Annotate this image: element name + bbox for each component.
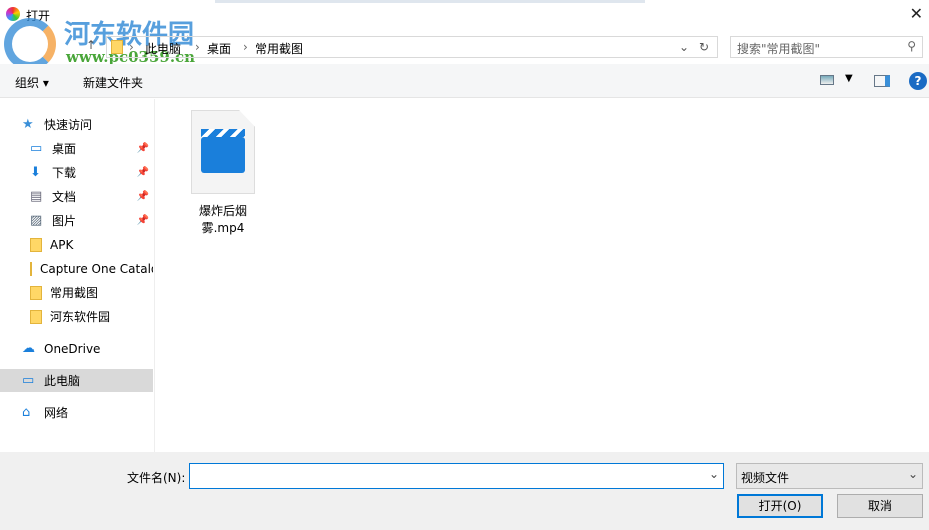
new-folder-button[interactable]: 新建文件夹	[83, 74, 143, 91]
toolbar: 组织 ▾ 新建文件夹 ▼ ?	[0, 64, 929, 98]
pin-icon: 📌	[136, 191, 149, 202]
search-input[interactable]: 搜索"常用截图" ⚲	[730, 36, 923, 58]
cancel-button[interactable]: 取消	[837, 494, 923, 518]
file-item[interactable]: 爆炸后烟雾.mp4	[178, 110, 268, 236]
folder-icon	[30, 237, 42, 252]
sidebar-item[interactable]: ⌂ 网络	[0, 401, 153, 424]
sidebar-item[interactable]: ▭ 桌面 📌	[0, 137, 153, 160]
filename-label: 文件名(N):	[127, 471, 186, 485]
sidebar-item[interactable]: Capture One Catalog	[0, 257, 153, 280]
cloud-icon: ☁	[22, 340, 35, 356]
star-icon: ★	[22, 116, 34, 132]
filetype-select[interactable]: 视频文件 ⌄	[736, 463, 923, 489]
refresh-icon[interactable]: ↻	[699, 40, 709, 54]
picture-icon: ▨	[30, 212, 43, 228]
title-bar: 打开 ✕	[0, 0, 929, 32]
breadcrumb-item[interactable]: 常用截图	[255, 40, 303, 57]
sidebar-item[interactable]: 河东软件园	[0, 305, 153, 328]
close-icon[interactable]: ✕	[910, 4, 923, 23]
sidebar-item[interactable]: ▭ 此电脑	[0, 369, 153, 392]
folder-icon	[30, 309, 42, 324]
breadcrumb-item[interactable]: 此电脑	[145, 40, 181, 57]
filename-input[interactable]: ⌄	[189, 463, 724, 489]
pin-icon: 📌	[136, 215, 149, 226]
chevron-down-icon[interactable]: ⌄	[679, 40, 689, 54]
organize-button[interactable]: 组织 ▾	[15, 74, 49, 91]
up-button[interactable]: ↑	[86, 38, 96, 60]
sidebar-item[interactable]: ▨ 图片 📌	[0, 209, 153, 232]
chevron-down-icon[interactable]: ⌄	[709, 467, 719, 481]
search-icon: ⚲	[907, 39, 916, 53]
document-icon: ▤	[30, 188, 43, 204]
sidebar-item-label: 网络	[44, 406, 69, 420]
sidebar-item[interactable]: ☁ OneDrive	[0, 337, 153, 360]
sidebar-item-label: 桌面	[52, 142, 77, 156]
sidebar-item[interactable]: APK	[0, 233, 153, 256]
pin-icon: 📌	[136, 167, 149, 178]
sidebar-item[interactable]: 常用截图	[0, 281, 153, 304]
network-icon: ⌂	[22, 404, 31, 420]
view-icon[interactable]	[820, 75, 834, 85]
folder-icon	[111, 40, 123, 54]
video-file-icon	[191, 110, 255, 194]
breadcrumb-item[interactable]: 桌面	[207, 40, 231, 57]
help-icon[interactable]: ?	[909, 72, 927, 90]
desktop-icon: ▭	[30, 140, 43, 156]
preview-pane-icon[interactable]	[874, 75, 890, 87]
sidebar-item[interactable]: ★ 快速访问	[0, 113, 153, 136]
open-button[interactable]: 打开(O)	[737, 494, 823, 518]
sidebar-item[interactable]: ▤ 文档 📌	[0, 185, 153, 208]
sidebar-item-label: 下载	[52, 166, 77, 180]
sidebar-item-label: 图片	[52, 214, 77, 228]
folder-icon	[30, 261, 32, 276]
sidebar-item-label: 常用截图	[50, 286, 99, 300]
app-icon	[6, 7, 20, 21]
download-icon: ⬇	[30, 164, 41, 180]
sidebar-item-label: 河东软件园	[50, 310, 111, 324]
address-bar[interactable]: › 此电脑 › 桌面 › 常用截图 ⌄ ↻	[106, 36, 718, 58]
sidebar-item-label: APK	[50, 237, 74, 252]
navigation-pane: ★ 快速访问 ▭ 桌面 📌 ⬇ 下载 📌 ▤ 文档 📌 ▨ 图片 📌 APK Capture One Cata…	[0, 99, 155, 452]
window-title: 打开	[26, 9, 51, 23]
file-name: 爆炸后烟雾.mp4	[198, 204, 247, 235]
computer-icon: ▭	[22, 372, 35, 388]
chevron-down-icon[interactable]: ▼	[845, 73, 853, 84]
chevron-down-icon: ⌄	[907, 467, 918, 481]
sidebar-item-label: 文档	[52, 190, 77, 204]
divider	[215, 0, 645, 3]
folder-icon	[30, 285, 42, 300]
sidebar-item[interactable]: ⬇ 下载 📌	[0, 161, 153, 184]
sidebar-item-label: Capture One Catalog	[40, 261, 153, 276]
sidebar-item-label: 快速访问	[44, 118, 93, 132]
pin-icon: 📌	[136, 143, 149, 154]
sidebar-item-label: OneDrive	[44, 341, 101, 356]
sidebar-item-label: 此电脑	[44, 374, 81, 388]
